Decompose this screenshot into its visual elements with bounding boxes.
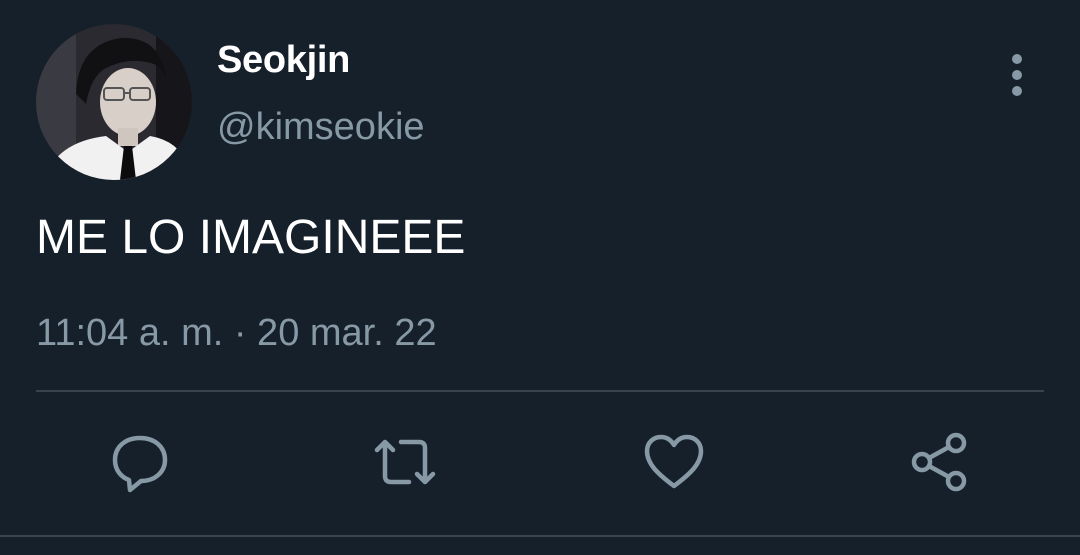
tweet-text: ME LO IMAGINEEE (36, 211, 466, 264)
display-name[interactable]: Seokjin (217, 39, 350, 82)
avatar[interactable] (36, 24, 192, 180)
share-icon[interactable] (908, 430, 972, 494)
more-dot (1012, 86, 1022, 96)
reply-icon[interactable] (108, 430, 172, 494)
more-dot (1012, 70, 1022, 80)
more-dot (1012, 54, 1022, 64)
tweet-detail: Seokjin @kimseokie ME LO IMAGINEEE 11:04… (0, 0, 1080, 555)
heart-icon[interactable] (642, 430, 706, 494)
divider (36, 390, 1044, 392)
more-options-icon[interactable] (996, 52, 1038, 98)
tweet-timestamp[interactable]: 11:04 a. m. · 20 mar. 22 (36, 312, 437, 355)
retweet-icon[interactable] (373, 430, 437, 494)
bottom-divider (0, 535, 1080, 537)
user-handle[interactable]: @kimseokie (217, 106, 425, 149)
avatar-photo (36, 24, 192, 180)
